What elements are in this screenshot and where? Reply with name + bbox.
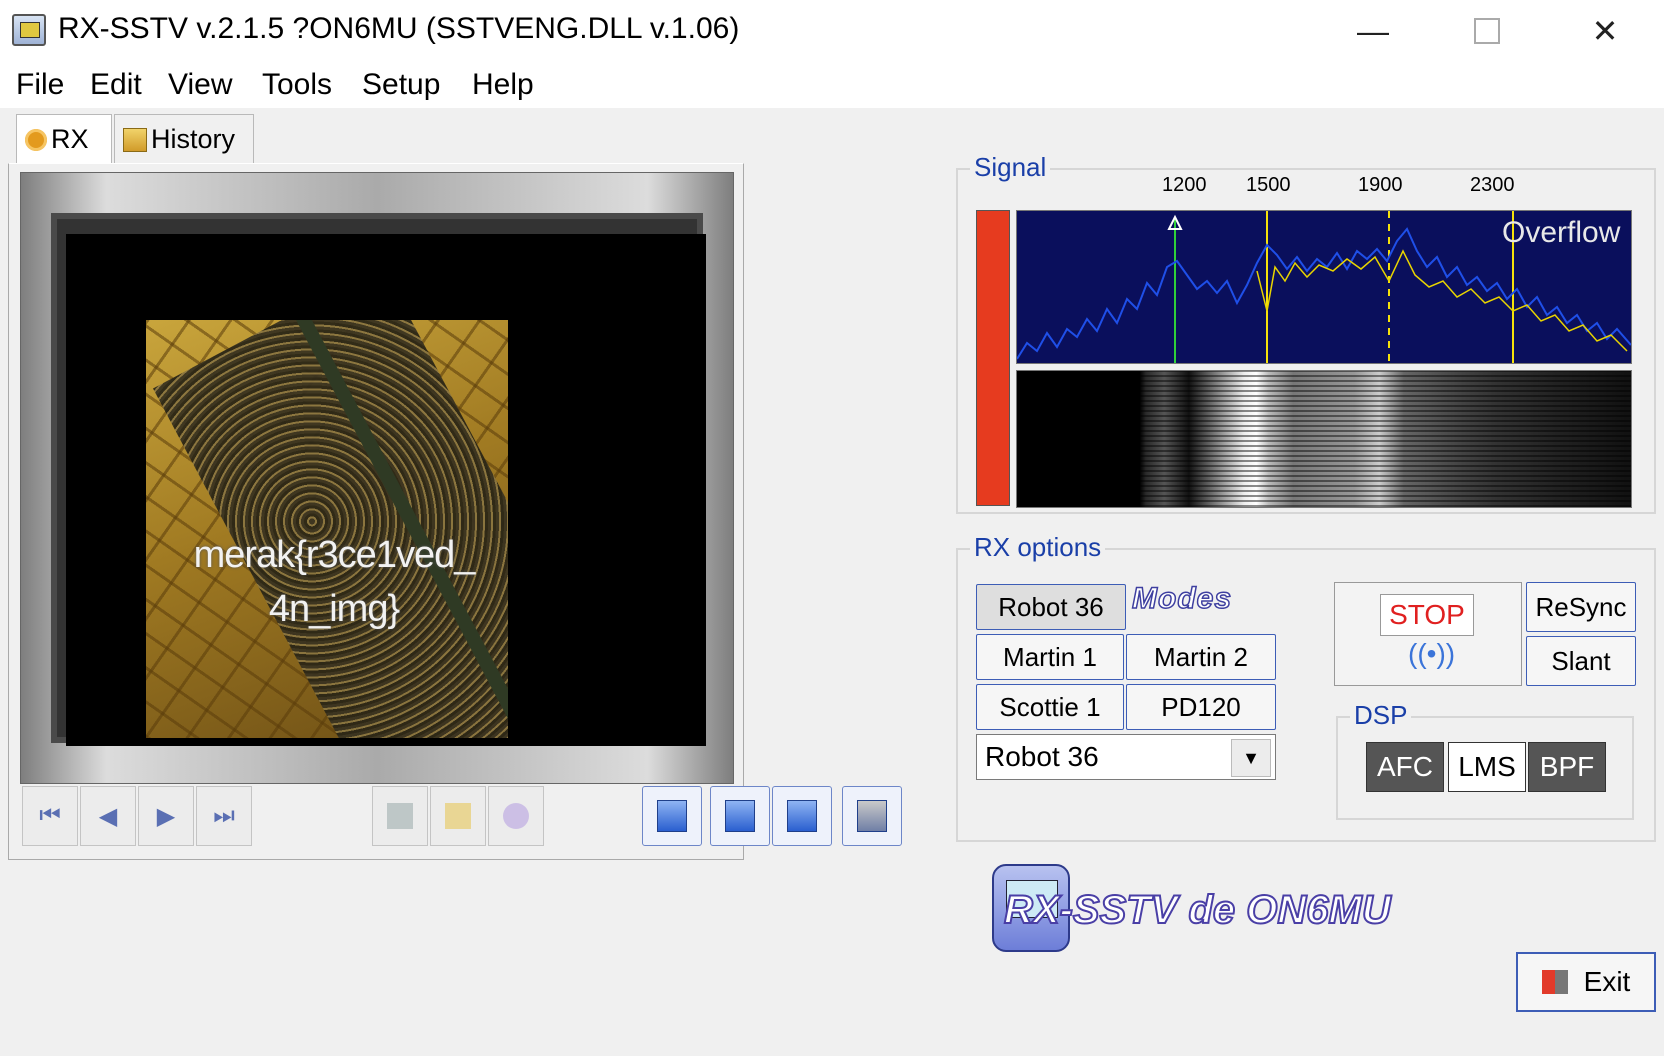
lms-toggle[interactable]: LMS	[1448, 742, 1526, 792]
gear-icon	[25, 128, 47, 151]
magnifier-icon	[503, 803, 529, 829]
menu-tools[interactable]: Tools	[262, 68, 332, 102]
robot36-button[interactable]: Robot 36	[976, 584, 1126, 630]
resync-button[interactable]: ReSync	[1526, 582, 1636, 632]
last-image-button[interactable]: ⏭	[196, 786, 252, 846]
maximize-icon	[1474, 18, 1500, 44]
waterfall-display	[1016, 370, 1632, 508]
save-button[interactable]	[710, 786, 770, 846]
chevron-down-icon[interactable]: ▼	[1231, 739, 1271, 777]
menu-view[interactable]: View	[168, 68, 232, 102]
freq-label-1900: 1900	[1358, 174, 1403, 196]
tab-rx[interactable]: RX	[16, 114, 112, 164]
overlay-line-1: merak{r3ce1ved_	[193, 534, 476, 576]
bpf-toggle[interactable]: BPF	[1528, 742, 1606, 792]
settings-button[interactable]	[842, 786, 902, 846]
tab-history-label: History	[151, 124, 236, 154]
previous-image-button[interactable]: ◀	[80, 786, 136, 846]
menu-bar: File Edit View Tools Setup Help	[0, 62, 1664, 108]
mode-select[interactable]: Robot 36 ▼	[976, 734, 1276, 780]
modes-logo: Modes	[1131, 581, 1233, 616]
slant-button[interactable]: Slant	[1526, 636, 1636, 686]
martin1-button[interactable]: Martin 1	[976, 634, 1124, 680]
freq-label-1500: 1500	[1246, 174, 1291, 196]
overflow-label: Overflow	[1502, 216, 1621, 249]
scottie1-button[interactable]: Scottie 1	[976, 684, 1124, 730]
app-icon	[12, 14, 46, 46]
close-button[interactable]: ✕	[1550, 0, 1660, 62]
afc-toggle[interactable]: AFC	[1366, 742, 1444, 792]
signal-title: Signal	[970, 152, 1051, 183]
freq-label-2300: 2300	[1470, 174, 1515, 196]
brand-logo: RX-SSTV de ON6MU	[1003, 887, 1392, 933]
history-icon	[123, 127, 147, 152]
rx-options-title: RX options	[970, 532, 1106, 563]
save-icon	[725, 800, 755, 832]
minimize-button[interactable]: —	[1318, 0, 1428, 62]
exit-label: Exit	[1583, 966, 1631, 997]
antenna-icon: ((•))	[1408, 638, 1456, 669]
open-folder-button[interactable]	[430, 786, 486, 846]
menu-edit[interactable]: Edit	[90, 68, 142, 102]
menu-help[interactable]: Help	[472, 68, 534, 102]
next-image-button[interactable]: ▶	[138, 786, 194, 846]
mode-select-value: Robot 36	[985, 741, 1099, 772]
menu-file[interactable]: File	[16, 68, 64, 102]
previous-icon: ◀	[98, 802, 118, 830]
martin2-button[interactable]: Martin 2	[1126, 634, 1276, 680]
copy-button[interactable]	[642, 786, 702, 846]
window-title: RX-SSTV v.2.1.5 ?ON6MU (SSTVENG.DLL v.1.…	[58, 12, 740, 45]
skip-first-icon: ⏮	[39, 802, 61, 829]
stop-button[interactable]: STOP	[1380, 594, 1474, 636]
trash-icon	[387, 803, 413, 829]
signal-level-bar	[976, 210, 1010, 506]
exit-button[interactable]: Exit	[1516, 952, 1656, 1012]
settings-icon	[857, 800, 887, 832]
save-as-button[interactable]	[772, 786, 832, 846]
zoom-button[interactable]	[488, 786, 544, 846]
maximize-button[interactable]	[1432, 0, 1542, 62]
image-overlay-text: merak{r3ce1ved_ 4n_img}	[154, 528, 514, 636]
delete-image-button[interactable]	[372, 786, 428, 846]
tab-history[interactable]: History	[114, 114, 254, 164]
copy-icon	[657, 800, 687, 832]
next-icon: ▶	[156, 802, 176, 830]
overlay-line-2: 4n_img}	[268, 588, 400, 630]
exit-icon	[1541, 970, 1568, 994]
folder-icon	[445, 803, 471, 829]
skip-last-icon: ⏭	[213, 802, 235, 829]
menu-setup[interactable]: Setup	[362, 68, 440, 102]
first-image-button[interactable]: ⏮	[22, 786, 78, 846]
tab-rx-label: RX	[51, 124, 89, 154]
freq-label-1200: 1200	[1162, 174, 1207, 196]
save-as-icon	[787, 800, 817, 832]
dsp-title: DSP	[1350, 700, 1412, 731]
pd120-button[interactable]: PD120	[1126, 684, 1276, 730]
